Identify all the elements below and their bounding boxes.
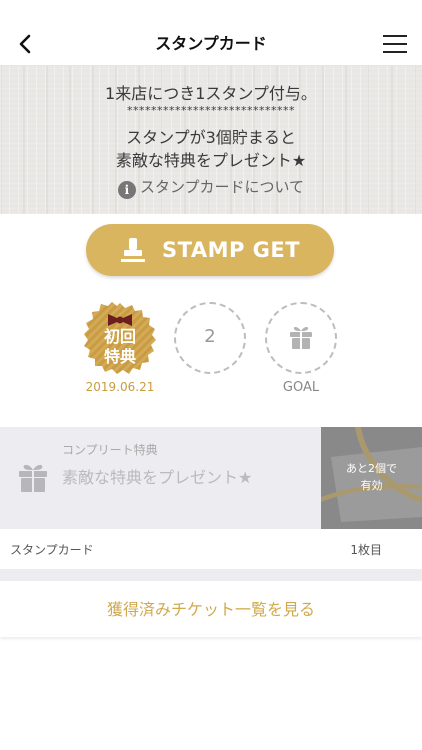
stamp-card-count: 1枚目 [350, 543, 382, 557]
ticket-line-2: 有効 [360, 479, 383, 492]
stamp-slot-2: 2 [174, 302, 246, 374]
about-link-label: スタンプカードについて [139, 178, 305, 196]
banner-reward-text-2: 素敵な特典をプレゼント★ [115, 151, 307, 170]
reward-ticket-thumbnail: あと2個で 有効 [321, 427, 422, 529]
complete-reward-panel[interactable]: コンプリート特典 素敵な特典をプレゼント★ あと2個で 有効 [0, 427, 422, 529]
first-badge-bottom-text: 特典 [104, 347, 136, 366]
stamp-slot-goal [265, 302, 337, 374]
goal-label: GOAL [282, 380, 320, 395]
navigation-bar: スタンプカード [0, 22, 422, 66]
page-title: スタンプカード [155, 34, 267, 53]
info-icon: i [117, 181, 136, 199]
hamburger-menu-icon [383, 35, 407, 53]
stamp-icon [121, 238, 145, 262]
first-visit-stamp-badge: 初回 特典 [84, 302, 156, 374]
stamp-get-label: STAMP GET [162, 238, 301, 262]
info-banner: 1来店につき1スタンプ付与。 *************************… [0, 66, 422, 214]
stamp-slot-1: 初回 特典 [84, 302, 156, 374]
banner-reward-text-1: スタンプが3個貯まると [126, 128, 296, 147]
about-stamp-card-link[interactable]: i スタンプカードについて [0, 176, 422, 199]
gift-icon [19, 464, 47, 492]
status-bar [0, 0, 422, 22]
complete-reward-title: 素敵な特典をプレゼント★ [62, 468, 253, 487]
ticket-remaining-text: あと2個で 有効 [321, 460, 422, 494]
stamp-slot-number: 2 [204, 326, 216, 347]
first-badge-top-text: 初回 [104, 327, 136, 346]
first-stamp-date: 2019.06.21 [85, 380, 155, 394]
stamp-card-label: スタンプカード [10, 543, 94, 557]
ticket-line-1: あと2個で [346, 462, 397, 475]
banner-rule-text: 1来店につき1スタンプ付与。 [105, 84, 317, 103]
banner-separator: **************************** [127, 104, 295, 117]
menu-button[interactable] [380, 30, 410, 58]
complete-reward-subtitle: コンプリート特典 [62, 443, 158, 457]
stamp-get-button[interactable]: STAMP GET [86, 224, 334, 276]
gift-icon [290, 326, 312, 349]
stamp-card-info-row: スタンプカード 1枚目 [0, 529, 422, 581]
view-tickets-link[interactable]: 獲得済みチケット一覧を見る [0, 583, 422, 637]
